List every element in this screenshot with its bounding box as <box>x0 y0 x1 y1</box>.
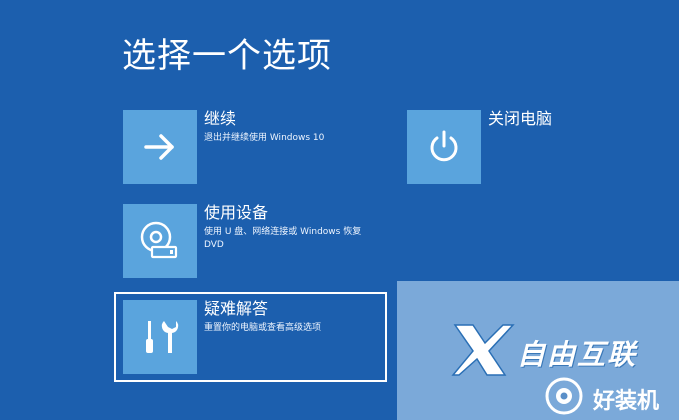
eye-logo-icon <box>545 377 583 415</box>
use-device-option[interactable]: 使用设备 使用 U 盘、网络连接或 Windows 恢复 DVD <box>118 200 388 284</box>
use-device-title: 使用设备 <box>204 203 269 222</box>
continue-title: 继续 <box>204 109 237 128</box>
troubleshoot-title: 疑难解答 <box>204 299 269 318</box>
watermark: 自由互联 好装机 <box>397 281 679 420</box>
troubleshoot-option[interactable]: 疑难解答 重置你的电脑或查看高级选项 <box>114 292 387 382</box>
disc-drive-icon <box>140 221 178 259</box>
page-title: 选择一个选项 <box>122 36 332 76</box>
arrow-right-icon <box>144 134 174 160</box>
shutdown-title: 关闭电脑 <box>488 109 553 128</box>
use-device-description: 使用 U 盘、网络连接或 Windows 恢复 DVD <box>204 227 362 250</box>
use-device-tile[interactable] <box>123 204 197 278</box>
shutdown-option[interactable]: 关闭电脑 <box>402 106 622 190</box>
tools-icon <box>146 321 179 353</box>
watermark-sub: 好装机 <box>593 389 660 414</box>
troubleshoot-description: 重置你的电脑或查看高级选项 <box>204 323 322 333</box>
watermark-brand: 自由互联 <box>517 338 638 371</box>
power-icon <box>430 130 458 162</box>
continue-description: 退出并继续使用 Windows 10 <box>204 133 325 143</box>
continue-option[interactable]: 继续 退出并继续使用 Windows 10 <box>118 106 378 190</box>
x-logo-icon <box>451 324 515 376</box>
continue-tile[interactable] <box>123 110 197 184</box>
shutdown-tile[interactable] <box>407 110 481 184</box>
troubleshoot-tile[interactable] <box>123 300 197 374</box>
recovery-screen: 选择一个选项 继续 退出并继续使用 Windows 10 使用设备 使用 U 盘… <box>0 0 679 420</box>
